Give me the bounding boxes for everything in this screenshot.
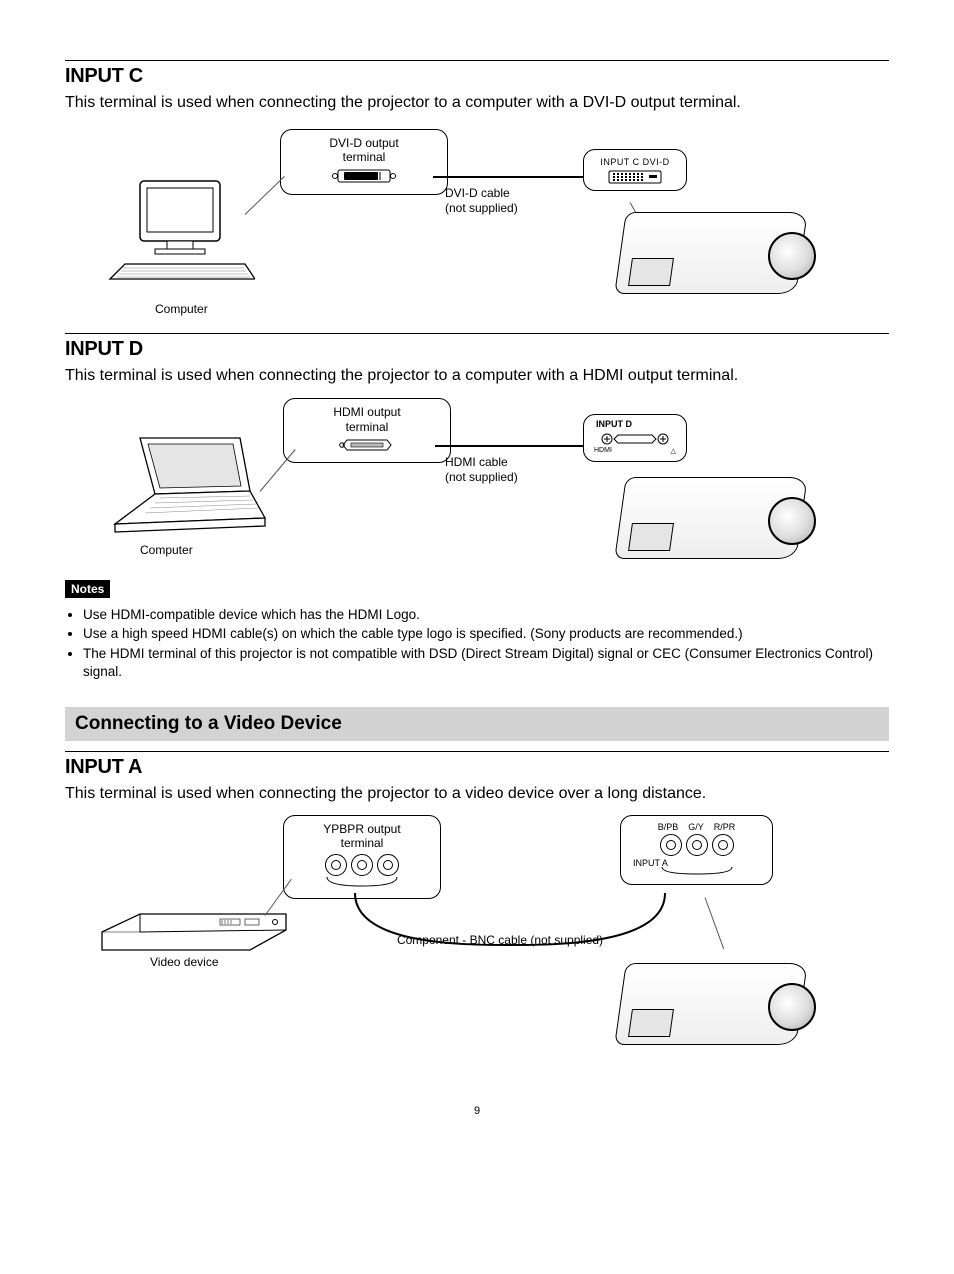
hdmi-logo-text: HDMI [594, 447, 612, 455]
laptop-computer-icon [100, 436, 270, 546]
dvid-out-label-2: terminal [289, 150, 439, 164]
caption-computer-d: Computer [140, 543, 193, 557]
page-number: 9 [65, 1105, 889, 1117]
cable-label-d-2: (not supplied) [445, 470, 518, 484]
cable-label-c-1: DVI-D cable [445, 186, 510, 200]
bnc-label-r: R/PR [714, 822, 736, 832]
video-device-icon [100, 910, 290, 955]
note-item: Use a high speed HDMI cable(s) on which … [83, 625, 889, 643]
body-input-c: This terminal is used when connecting th… [65, 92, 889, 114]
dest-label-d: INPUT D [596, 419, 680, 429]
dvid-out-label-1: DVI-D output [289, 136, 439, 150]
caption-video-device: Video device [150, 955, 219, 969]
notes-list: Use HDMI-compatible device which has the… [65, 606, 889, 681]
diagram-input-a: Video device YPBPR output terminal Compo… [65, 815, 889, 1075]
bnc-port-icon [325, 854, 347, 876]
bnc-label-g: G/Y [688, 822, 704, 832]
bnc-port-icon [686, 834, 708, 856]
hdmi-port-icon [339, 438, 395, 452]
hdmi-out-label-1: HDMI output [292, 405, 442, 419]
heading-input-a: INPUT A [65, 756, 889, 779]
divider [65, 333, 889, 334]
notes-badge: Notes [65, 580, 110, 598]
bnc-port-icon [660, 834, 682, 856]
divider [65, 60, 889, 61]
desktop-computer-icon [105, 179, 255, 299]
bnc-port-icon [351, 854, 373, 876]
note-item: The HDMI terminal of this projector is n… [83, 645, 889, 681]
diagram-input-c: Computer DVI-D output terminal DVI-D cab… [65, 124, 889, 319]
ypbpr-out-label-1: YPBPR output [292, 822, 432, 836]
projector-icon [620, 179, 810, 294]
body-input-a: This terminal is used when connecting th… [65, 783, 889, 805]
bnc-port-icon [377, 854, 399, 876]
ypbpr-out-label-2: terminal [292, 836, 432, 850]
projector-icon [620, 930, 810, 1045]
caption-computer: Computer [155, 302, 208, 316]
hdmi-out-label-2: terminal [292, 420, 442, 434]
dvid-port-icon [332, 168, 396, 184]
dest-label-c: INPUT C DVI-D [600, 157, 669, 167]
cable-label-a: Component - BNC cable (not supplied) [375, 933, 625, 947]
cable-label-d-1: HDMI cable [445, 455, 508, 469]
cable-line [435, 445, 585, 447]
heading-input-c: INPUT C [65, 65, 889, 88]
note-item: Use HDMI-compatible device which has the… [83, 606, 889, 624]
diagram-input-d: Computer HDMI output terminal HDMI cable… [65, 396, 889, 566]
section-heading-video: Connecting to a Video Device [65, 707, 889, 741]
divider [65, 751, 889, 752]
bnc-label-b: B/PB [658, 822, 679, 832]
projector-icon [620, 444, 810, 559]
bnc-port-icon [712, 834, 734, 856]
cable-label-c-2: (not supplied) [445, 201, 518, 215]
cable-line [433, 176, 585, 178]
heading-input-d: INPUT D [65, 338, 889, 361]
body-input-d: This terminal is used when connecting th… [65, 365, 889, 387]
